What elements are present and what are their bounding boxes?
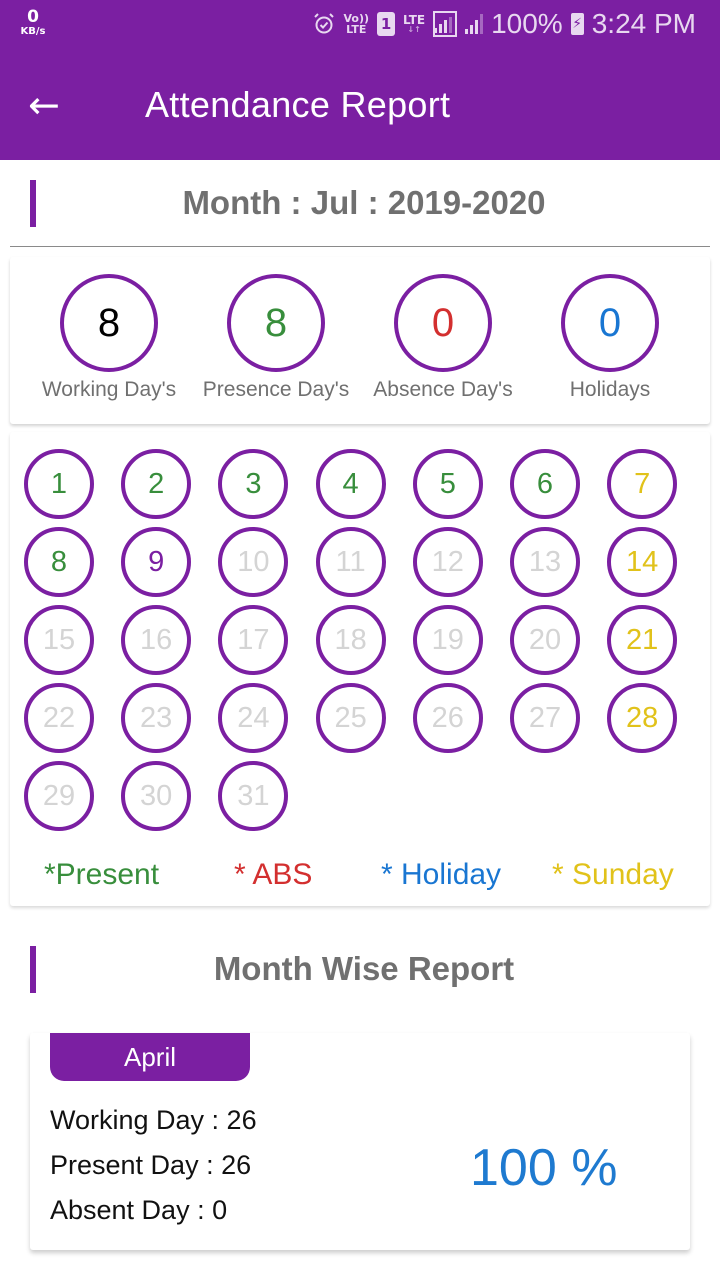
calendar-day[interactable]: 22 <box>24 683 94 753</box>
calendar-day[interactable]: 2 <box>121 449 192 519</box>
calendar-card: *Present * ABS * Holiday * Sunday 123456… <box>10 432 710 906</box>
stat-absence-days: 0 Absence Day's <box>358 274 528 402</box>
signal-strength-sim1-icon <box>433 11 458 37</box>
battery-charging-icon: ⚡ <box>570 13 584 35</box>
legend-holiday: * Holiday <box>381 858 502 891</box>
stat-holidays: 0 Holidays <box>525 274 695 402</box>
sim-card-icon: 1 <box>377 12 396 36</box>
summary-card: 8 Working Day's 8 Presence Day's 0 Absen… <box>10 257 710 424</box>
back-arrow-icon[interactable]: ← <box>28 83 68 127</box>
calendar-day[interactable]: 30 <box>121 761 192 831</box>
alarm-icon <box>312 12 336 36</box>
divider <box>10 246 710 247</box>
volte-bottom-text: LTE <box>346 23 367 36</box>
month-wise-title: Month Wise Report <box>213 950 515 987</box>
legend-absent: * ABS <box>234 858 313 891</box>
status-bar: 0 KB/s Vo)) LTE 1 LTE ↓↑ 100% ⚡ 3:24 PM <box>0 0 720 48</box>
calendar-day[interactable]: 19 <box>412 605 483 675</box>
calendar-day[interactable]: 3 <box>218 449 289 519</box>
stat-working-days: 8 Working Day's <box>24 274 194 402</box>
absent-day-text: Absent Day : 0 <box>50 1195 228 1225</box>
calendar-day[interactable]: 24 <box>218 683 289 753</box>
calendar-day[interactable]: 23 <box>121 683 192 753</box>
stat-value: 8 <box>60 274 158 372</box>
clock: 3:24 PM <box>591 8 696 39</box>
calendar-day[interactable]: 15 <box>24 605 94 675</box>
calendar-day[interactable]: 9 <box>121 527 192 597</box>
calendar-day[interactable]: 5 <box>412 449 483 519</box>
calendar-day[interactable]: 1 <box>24 449 94 519</box>
data-arrows: ↓↑ <box>407 25 421 34</box>
calendar-day[interactable]: 27 <box>510 683 580 753</box>
calendar-day[interactable]: 21 <box>607 605 678 675</box>
calendar-day[interactable]: 4 <box>315 449 386 519</box>
calendar-day[interactable]: 12 <box>412 527 483 597</box>
calendar-day[interactable]: 20 <box>510 605 580 675</box>
page-title: Attendance Report <box>145 84 451 125</box>
calendar-day[interactable]: 7 <box>607 449 678 519</box>
stat-label: Presence Day's <box>202 378 350 401</box>
app-bar: 0 KB/s Vo)) LTE 1 LTE ↓↑ 100% ⚡ 3:24 PM … <box>0 0 720 160</box>
calendar-day[interactable]: 10 <box>218 527 289 597</box>
calendar-day[interactable]: 8 <box>24 527 94 597</box>
stat-value: 0 <box>561 274 659 372</box>
calendar-day[interactable]: 6 <box>510 449 580 519</box>
legend-present: *Present <box>44 858 160 891</box>
calendar-day[interactable]: 25 <box>315 683 386 753</box>
stat-value: 0 <box>394 274 492 372</box>
stat-presence-days: 8 Presence Day's <box>191 274 361 402</box>
month-label-tab: April <box>50 1033 250 1081</box>
network-speed-value: 0 <box>27 7 39 27</box>
signal-strength-sim2-icon <box>465 14 484 34</box>
calendar-day[interactable]: 26 <box>412 683 483 753</box>
stat-label: Working Day's <box>41 378 177 401</box>
month-title: Month : Jul : 2019-2020 <box>182 184 546 221</box>
lte-data-icon: LTE ↓↑ <box>403 14 425 34</box>
attendance-percent: 100 % <box>470 1139 618 1197</box>
working-day-text: Working Day : 26 <box>50 1105 257 1135</box>
calendar-day[interactable]: 18 <box>315 605 386 675</box>
calendar-day[interactable]: 28 <box>607 683 678 753</box>
stat-label: Absence Day's <box>373 378 513 401</box>
month-report-card[interactable]: April Working Day : 26 Present Day : 26 … <box>30 1033 690 1250</box>
stat-value: 8 <box>227 274 325 372</box>
stat-label: Holidays <box>569 378 651 401</box>
volte-icon: Vo)) LTE <box>344 13 370 35</box>
present-day-text: Present Day : 26 <box>50 1150 252 1180</box>
calendar-day[interactable]: 29 <box>24 761 94 831</box>
calendar-day[interactable]: 13 <box>510 527 580 597</box>
calendar-day[interactable]: 31 <box>218 761 289 831</box>
calendar-day[interactable]: 14 <box>607 527 678 597</box>
network-speed: 0 KB/s <box>18 9 48 37</box>
calendar-day[interactable]: 11 <box>315 527 386 597</box>
calendar-day[interactable]: 17 <box>218 605 289 675</box>
network-speed-unit: KB/s <box>20 26 46 37</box>
calendar-day[interactable]: 16 <box>121 605 192 675</box>
battery-percent: 100% <box>491 8 563 39</box>
legend-sunday: * Sunday <box>552 858 674 891</box>
